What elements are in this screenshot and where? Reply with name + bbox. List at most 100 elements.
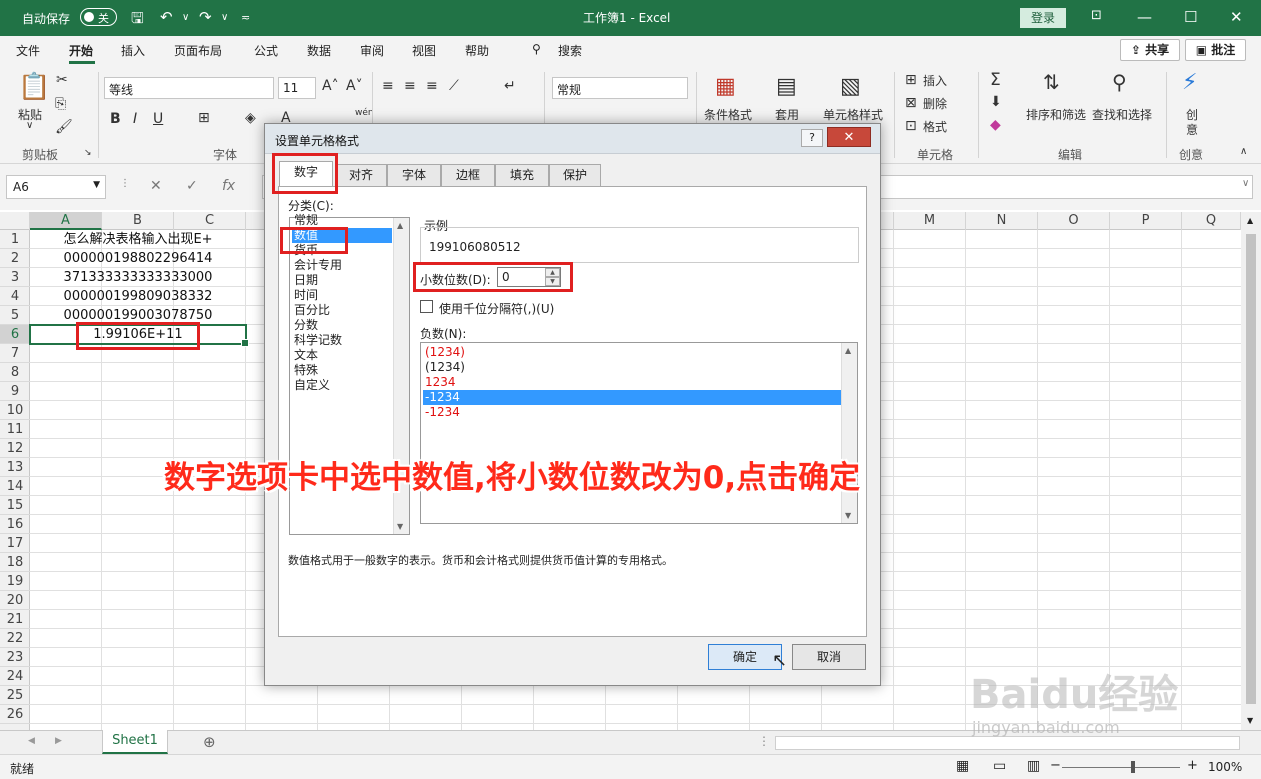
zoom-out-icon[interactable]: − bbox=[1050, 758, 1061, 773]
row-header[interactable]: 7 bbox=[0, 344, 30, 363]
row-header[interactable]: 14 bbox=[0, 477, 30, 496]
cancel-button[interactable]: 取消 bbox=[792, 644, 866, 670]
category-item[interactable]: 自定义 bbox=[292, 378, 392, 393]
format-as-table-label[interactable]: 套用 bbox=[775, 106, 799, 123]
expand-formula-icon[interactable]: ∨ bbox=[1242, 178, 1249, 189]
clear-icon[interactable]: ◆ bbox=[990, 117, 1001, 133]
vertical-scrollbar[interactable]: ▲ ▼ bbox=[1241, 212, 1261, 730]
login-button[interactable]: 登录 bbox=[1020, 8, 1066, 28]
share-button[interactable]: ⇪ 共享 bbox=[1120, 39, 1180, 61]
negative-format-item[interactable]: (1234) bbox=[423, 360, 841, 375]
sort-filter-icon[interactable]: ⇅ bbox=[1043, 70, 1060, 94]
row-header[interactable]: 12 bbox=[0, 439, 30, 458]
dialog-tab-font[interactable]: 字体 bbox=[387, 164, 441, 186]
column-header[interactable]: P bbox=[1110, 212, 1182, 230]
category-item[interactable]: 特殊 bbox=[292, 363, 392, 378]
row-header[interactable]: 9 bbox=[0, 382, 30, 401]
cell-styles-icon[interactable]: ▧ bbox=[840, 74, 861, 99]
negative-format-item[interactable]: -1234 bbox=[423, 405, 841, 420]
dialog-tab-protection[interactable]: 保护 bbox=[549, 164, 601, 186]
cut-icon[interactable]: ✂ bbox=[56, 72, 68, 88]
fill-color-icon[interactable]: ◈ bbox=[245, 110, 256, 126]
category-item[interactable]: 文本 bbox=[292, 348, 392, 363]
format-painter-icon[interactable]: 🖌 bbox=[55, 119, 73, 135]
insert-cells-label[interactable]: 插入 bbox=[923, 72, 947, 89]
find-select-label[interactable]: 查找和选择 bbox=[1092, 106, 1152, 123]
conditional-format-icon[interactable]: ▦ bbox=[715, 74, 736, 99]
italic-icon[interactable]: I bbox=[133, 111, 137, 127]
row-header[interactable]: 23 bbox=[0, 648, 30, 667]
undo-dropdown-icon[interactable]: ∨ bbox=[182, 12, 189, 23]
tab-data[interactable]: 数据 bbox=[307, 42, 331, 59]
category-item[interactable]: 日期 bbox=[292, 273, 392, 288]
zoom-level[interactable]: 100% bbox=[1208, 760, 1242, 774]
row-header[interactable]: 6 bbox=[0, 325, 30, 344]
close-window-icon[interactable]: ✕ bbox=[1230, 8, 1243, 26]
cell-a1[interactable]: 怎么解决表格输入出现E+ bbox=[30, 230, 246, 249]
category-item[interactable]: 科学记数 bbox=[292, 333, 392, 348]
zoom-in-icon[interactable]: + bbox=[1187, 758, 1198, 773]
dialog-close-button[interactable]: ✕ bbox=[827, 127, 871, 147]
font-size-box[interactable]: 11 bbox=[278, 77, 316, 99]
category-item[interactable]: 分数 bbox=[292, 318, 392, 333]
delete-cells-label[interactable]: 删除 bbox=[923, 95, 947, 112]
collapse-ribbon-icon[interactable]: ∧ bbox=[1240, 146, 1247, 157]
row-header[interactable]: 21 bbox=[0, 610, 30, 629]
minimize-icon[interactable]: — bbox=[1137, 8, 1152, 26]
underline-icon[interactable]: U bbox=[153, 111, 163, 127]
confirm-entry-icon[interactable]: ✓ bbox=[186, 178, 198, 194]
row-header[interactable]: 2 bbox=[0, 249, 30, 268]
phonetic-icon[interactable]: wén bbox=[355, 108, 374, 118]
column-header[interactable]: B bbox=[102, 212, 174, 230]
paste-icon[interactable]: 📋 bbox=[18, 72, 50, 102]
sheet-tab-sheet1[interactable]: Sheet1 bbox=[102, 730, 168, 754]
wrap-text-icon[interactable]: ↵ bbox=[504, 78, 516, 94]
find-select-icon[interactable]: ⚲ bbox=[1112, 70, 1127, 94]
sort-filter-label[interactable]: 排序和筛选 bbox=[1026, 106, 1086, 123]
orientation-icon[interactable]: ⟋ bbox=[449, 78, 459, 94]
decrease-font-icon[interactable]: A˅ bbox=[346, 78, 363, 94]
scroll-up-icon[interactable]: ▲ bbox=[1247, 216, 1253, 225]
cancel-entry-icon[interactable]: ✕ bbox=[150, 178, 162, 194]
cell-a4[interactable]: 000000199809038332 bbox=[30, 287, 246, 306]
next-sheet-icon[interactable]: ▶ bbox=[55, 736, 62, 746]
fill-icon[interactable]: ⬇ bbox=[990, 94, 1002, 110]
column-header[interactable]: O bbox=[1038, 212, 1110, 230]
row-header[interactable]: 3 bbox=[0, 268, 30, 287]
autosum-icon[interactable]: Σ bbox=[990, 70, 1001, 90]
row-header[interactable]: 20 bbox=[0, 591, 30, 610]
undo-icon[interactable]: ↶ bbox=[160, 8, 173, 26]
ok-button[interactable]: 确定 bbox=[708, 644, 782, 670]
name-box-dropdown-icon[interactable]: ▼ bbox=[93, 180, 100, 190]
align-top-icon[interactable]: ≡ bbox=[382, 78, 394, 94]
format-cells-label[interactable]: 格式 bbox=[923, 118, 947, 135]
maximize-icon[interactable]: ☐ bbox=[1184, 8, 1197, 26]
cell-a2[interactable]: 000000198802296414 bbox=[30, 249, 246, 268]
category-item[interactable]: 会计专用 bbox=[292, 258, 392, 273]
row-header[interactable]: 24 bbox=[0, 667, 30, 686]
negative-format-item[interactable]: 1234 bbox=[423, 375, 841, 390]
row-header[interactable]: 13 bbox=[0, 458, 30, 477]
row-header[interactable]: 1 bbox=[0, 230, 30, 249]
tab-help[interactable]: 帮助 bbox=[465, 42, 489, 59]
thousands-separator-checkbox[interactable] bbox=[420, 300, 433, 313]
normal-view-icon[interactable]: ▦ bbox=[956, 758, 969, 774]
number-format-box[interactable]: 常规 bbox=[552, 77, 688, 99]
tab-insert[interactable]: 插入 bbox=[121, 42, 145, 59]
tab-page-layout[interactable]: 页面布局 bbox=[174, 42, 222, 59]
column-header[interactable]: Q bbox=[1182, 212, 1241, 230]
align-bottom-icon[interactable]: ≡ bbox=[426, 78, 438, 94]
negative-format-item-selected[interactable]: -1234 bbox=[423, 390, 841, 405]
dialog-tab-fill[interactable]: 填充 bbox=[495, 164, 549, 186]
page-break-view-icon[interactable]: ▥ bbox=[1027, 758, 1040, 774]
scroll-up-icon[interactable]: ▲ bbox=[845, 346, 851, 355]
vertical-scroll-thumb[interactable] bbox=[1246, 234, 1256, 704]
row-header[interactable]: 25 bbox=[0, 686, 30, 705]
row-header[interactable]: 15 bbox=[0, 496, 30, 515]
category-item[interactable]: 常规 bbox=[292, 213, 392, 228]
tab-home[interactable]: 开始 bbox=[69, 42, 93, 59]
font-name-box[interactable]: 等线 bbox=[104, 77, 274, 99]
conditional-format-label[interactable]: 条件格式 bbox=[704, 106, 752, 123]
column-header[interactable]: C bbox=[174, 212, 246, 230]
scroll-up-icon[interactable]: ▲ bbox=[397, 221, 403, 230]
